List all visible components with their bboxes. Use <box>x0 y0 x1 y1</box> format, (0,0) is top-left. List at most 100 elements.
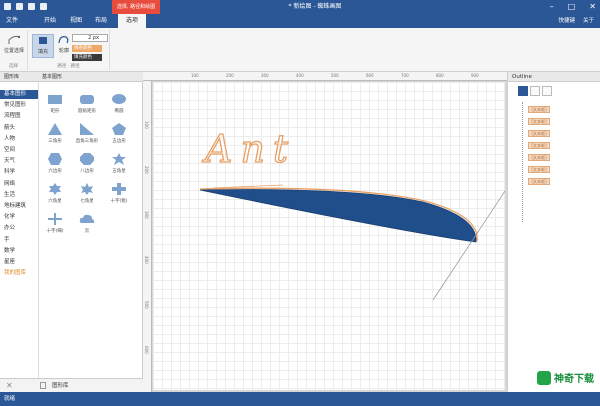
library-label[interactable]: 图形库 <box>52 379 69 393</box>
category-item[interactable]: 基本图形 <box>0 90 38 99</box>
category-item[interactable]: 化学 <box>0 213 38 222</box>
fill-icon <box>39 37 47 44</box>
path-select-icon <box>8 35 20 44</box>
close-icon[interactable]: ✕ <box>6 381 13 390</box>
ruler-tick-label: 300 <box>261 73 269 78</box>
guide-line[interactable] <box>432 184 510 301</box>
undo-icon[interactable] <box>28 3 35 10</box>
ruler-tick-label: 400 <box>144 256 149 264</box>
divider <box>38 82 39 378</box>
category-item[interactable]: 天气 <box>0 157 38 166</box>
ruler-tick-label: 500 <box>331 73 339 78</box>
category-item[interactable]: 空间 <box>0 146 38 155</box>
shape-library-panel: 图形库 基本图形 基本图形常见图形流程图箭头人物空间天气科学网络生活地标建筑化学… <box>0 72 143 392</box>
shape-item[interactable]: 直角三角形 <box>74 122 100 148</box>
outline-view-icon[interactable] <box>518 86 528 96</box>
watermark-icon <box>537 370 551 385</box>
outline-toolbar <box>518 86 552 96</box>
outline-item[interactable]: [文本框] <box>528 118 550 125</box>
outline-item[interactable]: [文本框] <box>528 154 550 161</box>
shape-item[interactable]: 七角星 <box>74 182 100 208</box>
ribbon: 位置选择 选择 填充 轮廓 2 px 线条颜色 填充颜色 路径 · 路径 <box>0 28 600 72</box>
shape-item[interactable]: 三角形 <box>42 122 68 148</box>
line-color-picker[interactable]: 线条颜色 <box>72 45 102 52</box>
ruler-tick-label: 100 <box>144 121 149 129</box>
menu-home[interactable]: 开始 <box>44 14 56 28</box>
ribbon-group-select: 位置选择 选择 <box>0 30 28 70</box>
category-item[interactable]: 常见图形 <box>0 101 38 110</box>
library-header: 图形库 <box>0 72 38 82</box>
shape-item[interactable]: 十字(细) <box>42 212 68 238</box>
ruler-tick-label: 100 <box>191 73 199 78</box>
category-item[interactable]: 手 <box>0 236 38 245</box>
ruler-tick-label: 800 <box>436 73 444 78</box>
menu-options[interactable]: 选项 <box>118 14 147 28</box>
library-icon <box>40 382 46 389</box>
star7-icon <box>81 183 93 195</box>
handwriting-text[interactable]: Ant <box>201 126 296 171</box>
ruler-tick-label: 200 <box>144 166 149 174</box>
menu-right: 快捷键 关于 <box>558 14 594 28</box>
guide-stroke[interactable] <box>212 184 284 189</box>
status-bar: 就绪 <box>0 392 600 406</box>
shape-item[interactable]: 五角星 <box>106 152 132 178</box>
contextual-tab-header: 选择, 路径和绘图 <box>112 0 160 14</box>
outline-expand-icon[interactable] <box>530 86 540 96</box>
outline-item[interactable]: [文本框] <box>528 130 550 137</box>
category-item[interactable]: 数学 <box>0 247 38 256</box>
ruler-tick-label: 200 <box>226 73 234 78</box>
menu-layout[interactable]: 布局 <box>95 14 107 28</box>
drawing-page[interactable]: Ant <box>153 82 510 390</box>
window-controls: – □ ✕ <box>550 2 596 11</box>
category-item[interactable]: 地标建筑 <box>0 202 38 211</box>
shape-item[interactable]: 六边形 <box>42 152 68 178</box>
close-button[interactable]: ✕ <box>589 2 596 11</box>
shape-item[interactable]: 椭圆 <box>106 92 132 118</box>
category-item[interactable]: 星座 <box>0 258 38 267</box>
outline-refresh-icon[interactable] <box>542 86 552 96</box>
tree-line <box>522 102 523 222</box>
menu-view[interactable]: 视图 <box>70 14 82 28</box>
maximize-button[interactable]: □ <box>568 2 576 11</box>
category-item[interactable]: 人物 <box>0 135 38 144</box>
blade-shape[interactable] <box>199 189 477 243</box>
category-item[interactable]: 办公 <box>0 224 38 233</box>
shape-item[interactable]: 六角星 <box>42 182 68 208</box>
ruler-tick-label: 600 <box>366 73 374 78</box>
category-item[interactable]: 流程图 <box>0 112 38 121</box>
category-item[interactable]: 科学 <box>0 168 38 177</box>
ruler-tick-label: 700 <box>401 73 409 78</box>
stroke-width-spinner[interactable]: 2 px <box>72 34 108 42</box>
minimize-button[interactable]: – <box>550 2 554 11</box>
fill-color-picker[interactable]: 填充颜色 <box>72 54 102 61</box>
shape-item[interactable]: 十字(粗) <box>106 182 132 208</box>
fill-button[interactable]: 填充 <box>32 34 54 58</box>
about-link[interactable]: 关于 <box>583 14 594 28</box>
outline-item[interactable]: [文本框] <box>528 178 550 185</box>
category-item[interactable]: 网络 <box>0 180 38 189</box>
outline-item[interactable]: [文本框] <box>528 166 550 173</box>
shape-item[interactable]: 八边形 <box>74 152 100 178</box>
outline-item[interactable]: [文本框] <box>528 106 550 113</box>
quick-access-toolbar <box>4 3 47 10</box>
redo-icon[interactable] <box>40 3 47 10</box>
category-item[interactable]: 箭头 <box>0 124 38 133</box>
outline-panel: Outline [文本框] [文本框] [文本框] [文本框] [文本框] [文本框] [文… <box>507 72 600 392</box>
outline-icon <box>58 36 69 44</box>
shape-item[interactable]: 五边形 <box>106 122 132 148</box>
category-item[interactable]: 生活 <box>0 191 38 200</box>
outline-item[interactable]: [文本框] <box>528 142 550 149</box>
category-item[interactable]: 我的图库 <box>0 269 38 278</box>
shortcut-link[interactable]: 快捷键 <box>558 14 575 28</box>
shape-item[interactable]: 矩形 <box>42 92 68 118</box>
ruler-tick-label: 400 <box>296 73 304 78</box>
canvas-area[interactable]: 100 200 300 400 500 600 700 800 900 100 200 300 400… <box>143 72 510 392</box>
shape-item[interactable]: 圆角矩形 <box>74 92 100 118</box>
menu-file[interactable]: 文件 <box>6 14 18 28</box>
shape-group-header: 基本图形 <box>38 72 143 82</box>
watermark-logo: 神奇下载 <box>537 370 594 385</box>
select-position-button[interactable]: 位置选择 <box>3 34 25 58</box>
shape-item[interactable]: 云 <box>74 212 100 238</box>
star5-icon <box>112 153 126 165</box>
save-icon[interactable] <box>16 3 23 10</box>
